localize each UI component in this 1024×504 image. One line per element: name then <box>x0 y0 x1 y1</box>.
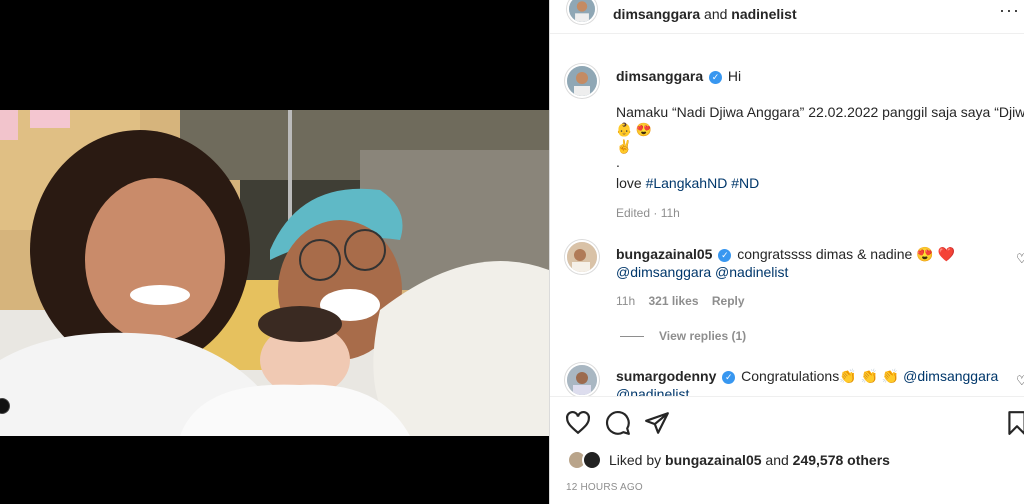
reply-button[interactable]: Reply <box>712 294 745 308</box>
comment-avatar[interactable] <box>565 363 599 397</box>
comment-1-meta: 11h 321 likes Reply <box>616 294 745 308</box>
post-photo[interactable] <box>0 110 549 436</box>
family-photo-image <box>0 110 549 436</box>
comment-like-heart-icon[interactable]: ♡ <box>1016 373 1024 389</box>
header-user2[interactable]: nadinelist <box>731 6 796 22</box>
comment-1-line: bungazainal05 ✓ congratssss dimas & nadi… <box>616 246 955 263</box>
caption-greeting: Hi <box>727 68 742 84</box>
author-avatar[interactable] <box>567 0 597 24</box>
comment-text: Congratulations👏 👏 👏 <box>741 368 900 384</box>
caption-username[interactable]: dimsanggara <box>616 68 703 84</box>
caption-love-line: love #LangkahND #ND <box>616 175 759 191</box>
comment-2-line: sumargodenny ✓ Congratulations👏 👏 👏 @dim… <box>616 368 998 385</box>
mention-link[interactable]: @dimsanggara <box>903 368 998 384</box>
header-user1[interactable]: dimsanggara <box>613 6 700 22</box>
caption-emoji2: ✌️ <box>616 139 633 154</box>
likes-others-link[interactable]: 249,578 others <box>793 452 890 468</box>
header-joiner: and <box>704 6 728 22</box>
mention-link[interactable]: @nadinelist <box>715 264 788 280</box>
comment-text: congratssss dimas & nadine 😍 ❤️ <box>737 246 955 262</box>
comment-icon[interactable] <box>605 410 631 436</box>
hashtag-link[interactable]: #ND <box>731 175 759 191</box>
likes-text: Liked by bungazainal05 and 249,578 other… <box>609 452 890 468</box>
heart-icon[interactable] <box>565 410 591 436</box>
caption-dot: . <box>616 154 620 170</box>
post-timestamp[interactable]: 12 HOURS AGO <box>566 482 643 493</box>
liked-by-user[interactable]: bungazainal05 <box>665 452 761 468</box>
comment-avatar[interactable] <box>565 240 599 274</box>
caption-emoji1: 👶 😍 <box>616 122 652 137</box>
likes-and: and <box>765 452 789 468</box>
hashtag-link[interactable]: #LangkahND <box>646 175 728 191</box>
comment-like-heart-icon[interactable]: ♡ <box>1016 251 1024 267</box>
comment-username[interactable]: bungazainal05 <box>616 246 712 262</box>
caption-first-line: dimsanggara ✓ Hi <box>616 68 741 84</box>
post-media <box>0 0 549 504</box>
caption-avatar[interactable] <box>565 64 599 98</box>
caption-meta: Edited · 11h <box>616 206 680 220</box>
bookmark-icon[interactable] <box>1004 410 1024 436</box>
comment-username[interactable]: sumargodenny <box>616 368 716 384</box>
post-side-panel: dimsanggara and nadinelist ··· dimsangga… <box>549 0 1024 504</box>
more-icon[interactable]: ··· <box>999 1 1023 19</box>
liker-avatar <box>582 450 602 470</box>
caption-line1: Namaku “Nadi Djiwa Anggara” 22.02.2022 p… <box>616 104 1024 120</box>
post-actions-bar <box>550 396 1024 446</box>
caption-love-prefix: love <box>616 175 642 191</box>
comment-likes[interactable]: 321 likes <box>648 294 698 308</box>
comment-1-mentions: @dimsanggara @nadinelist <box>616 264 788 280</box>
header-authors: dimsanggara and nadinelist <box>613 6 797 22</box>
post-header: dimsanggara and nadinelist ··· <box>550 0 1024 34</box>
liked-by-label: Liked by <box>609 452 662 468</box>
verified-badge-icon: ✓ <box>722 371 736 384</box>
replies-divider <box>620 336 644 337</box>
comment-time: 11h <box>616 294 636 308</box>
verified-badge-icon: ✓ <box>709 71 723 84</box>
verified-badge-icon: ✓ <box>718 249 732 262</box>
mention-link[interactable]: @dimsanggara <box>616 264 711 280</box>
share-icon[interactable] <box>644 410 670 436</box>
view-replies-button[interactable]: View replies (1) <box>659 329 746 343</box>
